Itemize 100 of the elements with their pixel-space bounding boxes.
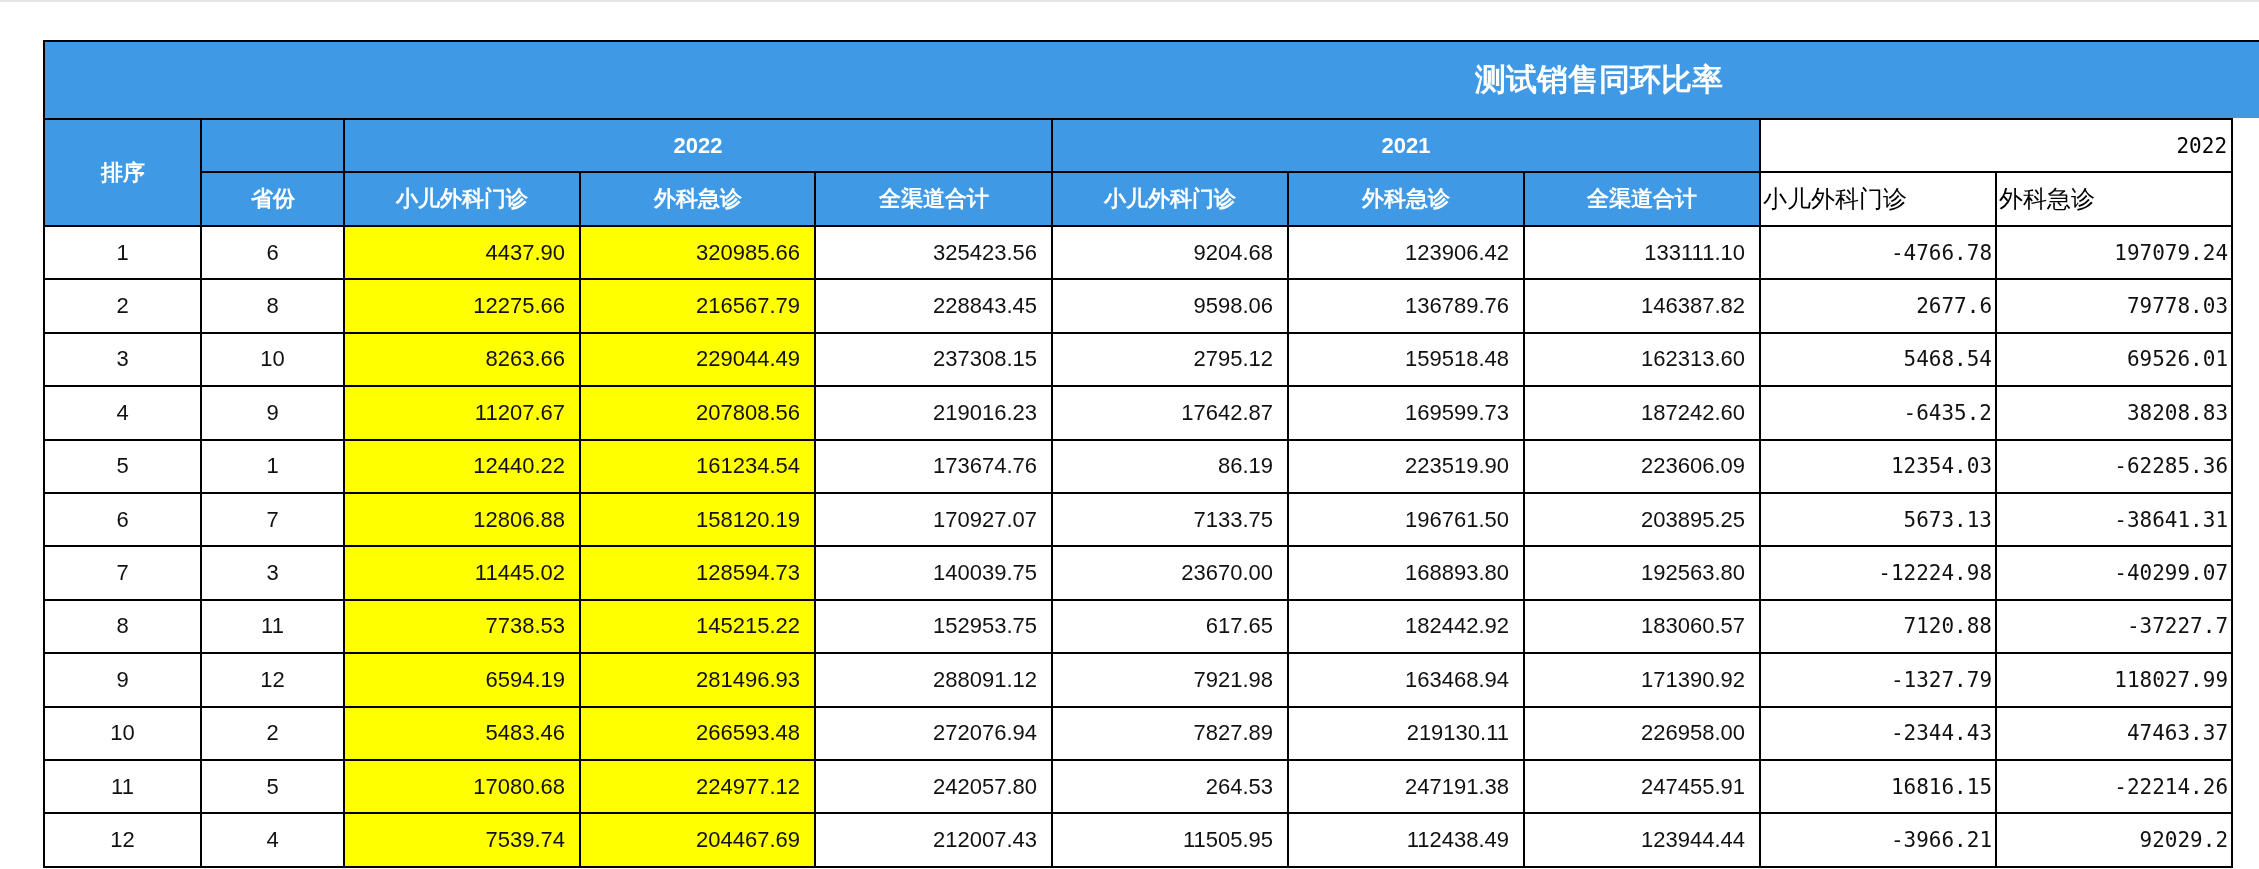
table-cell: 170927.07 <box>815 492 1052 547</box>
table-cell: 5673.13 <box>1760 492 1997 547</box>
table-cell: 228843.45 <box>815 279 1052 333</box>
table-cell: -2344.43 <box>1760 706 1997 760</box>
table-cell: 2795.12 <box>1052 332 1288 387</box>
table-cell: 86.19 <box>1052 439 1288 493</box>
table-cell: 9204.68 <box>1052 226 1288 280</box>
table-cell: -40299.07 <box>1996 546 2233 600</box>
table-cell: -12224.98 <box>1760 546 1997 600</box>
table-cell: 7921.98 <box>1052 653 1288 707</box>
table-cell: 69526.01 <box>1996 332 2233 387</box>
table-cell: 11 <box>44 759 201 814</box>
table-cell: -62285.36 <box>1996 439 2233 493</box>
column-header: 省份 <box>201 172 344 226</box>
table-cell: 237308.15 <box>815 332 1052 387</box>
column-header: 全渠道合计 <box>1524 172 1761 226</box>
table-cell: 5483.46 <box>344 706 580 760</box>
table-cell: 133111.10 <box>1524 226 1761 280</box>
table-cell: 617.65 <box>1052 599 1288 654</box>
table-cell: 183060.57 <box>1524 599 1761 654</box>
table-cell: -3966.21 <box>1760 813 1997 867</box>
table-cell: 123944.44 <box>1524 813 1761 867</box>
table-cell: 12354.03 <box>1760 439 1997 493</box>
table-cell: 152953.75 <box>815 599 1052 654</box>
table-cell: 10 <box>44 706 201 760</box>
table-cell: 242057.80 <box>815 759 1052 814</box>
table-cell: 288091.12 <box>815 653 1052 707</box>
table-cell: 219130.11 <box>1288 706 1524 760</box>
table-cell: 47463.37 <box>1996 706 2233 760</box>
table-cell: 7120.88 <box>1760 599 1997 654</box>
table-cell: 8263.66 <box>344 332 580 387</box>
table-cell: 224977.12 <box>580 759 815 814</box>
table-cell: 9 <box>44 653 201 707</box>
table-cell: 281496.93 <box>580 653 815 707</box>
table-cell: 118027.99 <box>1996 653 2233 707</box>
table-cell: 171390.92 <box>1524 653 1761 707</box>
column-header: 小儿外科门诊 <box>1760 172 1997 226</box>
table-cell: 247455.91 <box>1524 759 1761 814</box>
group-header: 2021 <box>1052 119 1761 172</box>
table-cell: -38641.31 <box>1996 492 2233 547</box>
table-cell: 223519.90 <box>1288 439 1524 493</box>
table-cell: 11445.02 <box>344 546 580 600</box>
table-cell: 4437.90 <box>344 226 580 280</box>
table-cell: 6594.19 <box>344 653 580 707</box>
table-cell: 229044.49 <box>580 332 815 387</box>
table-cell: 23670.00 <box>1052 546 1288 600</box>
table-cell: 38208.83 <box>1996 386 2233 440</box>
table-cell: 12806.88 <box>344 492 580 547</box>
table-cell: 7539.74 <box>344 813 580 867</box>
table-cell: 173674.76 <box>815 439 1052 493</box>
table-cell: 8 <box>44 599 201 654</box>
report-title: 测试销售同环比率 <box>43 40 2259 118</box>
table-cell: 158120.19 <box>580 492 815 547</box>
table-cell: 223606.09 <box>1524 439 1761 493</box>
table-cell: 11207.67 <box>344 386 580 440</box>
table-cell: 11505.95 <box>1052 813 1288 867</box>
table-cell: 203895.25 <box>1524 492 1761 547</box>
column-header: 外科急诊 <box>1996 172 2233 226</box>
table-cell: 204467.69 <box>580 813 815 867</box>
table-cell: 12 <box>44 813 201 867</box>
table-cell: 4 <box>44 386 201 440</box>
table-cell: 128594.73 <box>580 546 815 600</box>
table-cell: 196761.50 <box>1288 492 1524 547</box>
table-cell: 272076.94 <box>815 706 1052 760</box>
table-cell: -22214.26 <box>1996 759 2233 814</box>
table-cell: 7827.89 <box>1052 706 1288 760</box>
table-cell: 17080.68 <box>344 759 580 814</box>
column-header: 外科急诊 <box>580 172 815 226</box>
table-cell: 5 <box>44 439 201 493</box>
table-cell: 161234.54 <box>580 439 815 493</box>
table-cell: 266593.48 <box>580 706 815 760</box>
table-cell: 197079.24 <box>1996 226 2233 280</box>
table-cell: 7 <box>44 546 201 600</box>
group-header: 2022 <box>344 119 1052 172</box>
table-cell: 16816.15 <box>1760 759 1997 814</box>
table-cell: 5468.54 <box>1760 332 1997 387</box>
column-header: 小儿外科门诊 <box>344 172 580 226</box>
table-cell: 187242.60 <box>1524 386 1761 440</box>
table-cell: 112438.49 <box>1288 813 1524 867</box>
table-cell: -1327.79 <box>1760 653 1997 707</box>
table-cell: 123906.42 <box>1288 226 1524 280</box>
table-cell: 207808.56 <box>580 386 815 440</box>
table-cell: 182442.92 <box>1288 599 1524 654</box>
table-cell: 1 <box>44 226 201 280</box>
table-cell: 17642.87 <box>1052 386 1288 440</box>
table-cell: 325423.56 <box>815 226 1052 280</box>
table-cell: 145215.22 <box>580 599 815 654</box>
table-cell: 247191.38 <box>1288 759 1524 814</box>
table-cell: -6435.2 <box>1760 386 1997 440</box>
table-cell: 168893.80 <box>1288 546 1524 600</box>
column-header: 小儿外科门诊 <box>1052 172 1288 226</box>
table-cell: 6 <box>44 492 201 547</box>
table-cell: 169599.73 <box>1288 386 1524 440</box>
table-cell: 12440.22 <box>344 439 580 493</box>
table-cell: 212007.43 <box>815 813 1052 867</box>
table-cell: 226958.00 <box>1524 706 1761 760</box>
table-cell: 7133.75 <box>1052 492 1288 547</box>
table-cell: 92029.2 <box>1996 813 2233 867</box>
table-cell: 7738.53 <box>344 599 580 654</box>
table-cell: 320985.66 <box>580 226 815 280</box>
